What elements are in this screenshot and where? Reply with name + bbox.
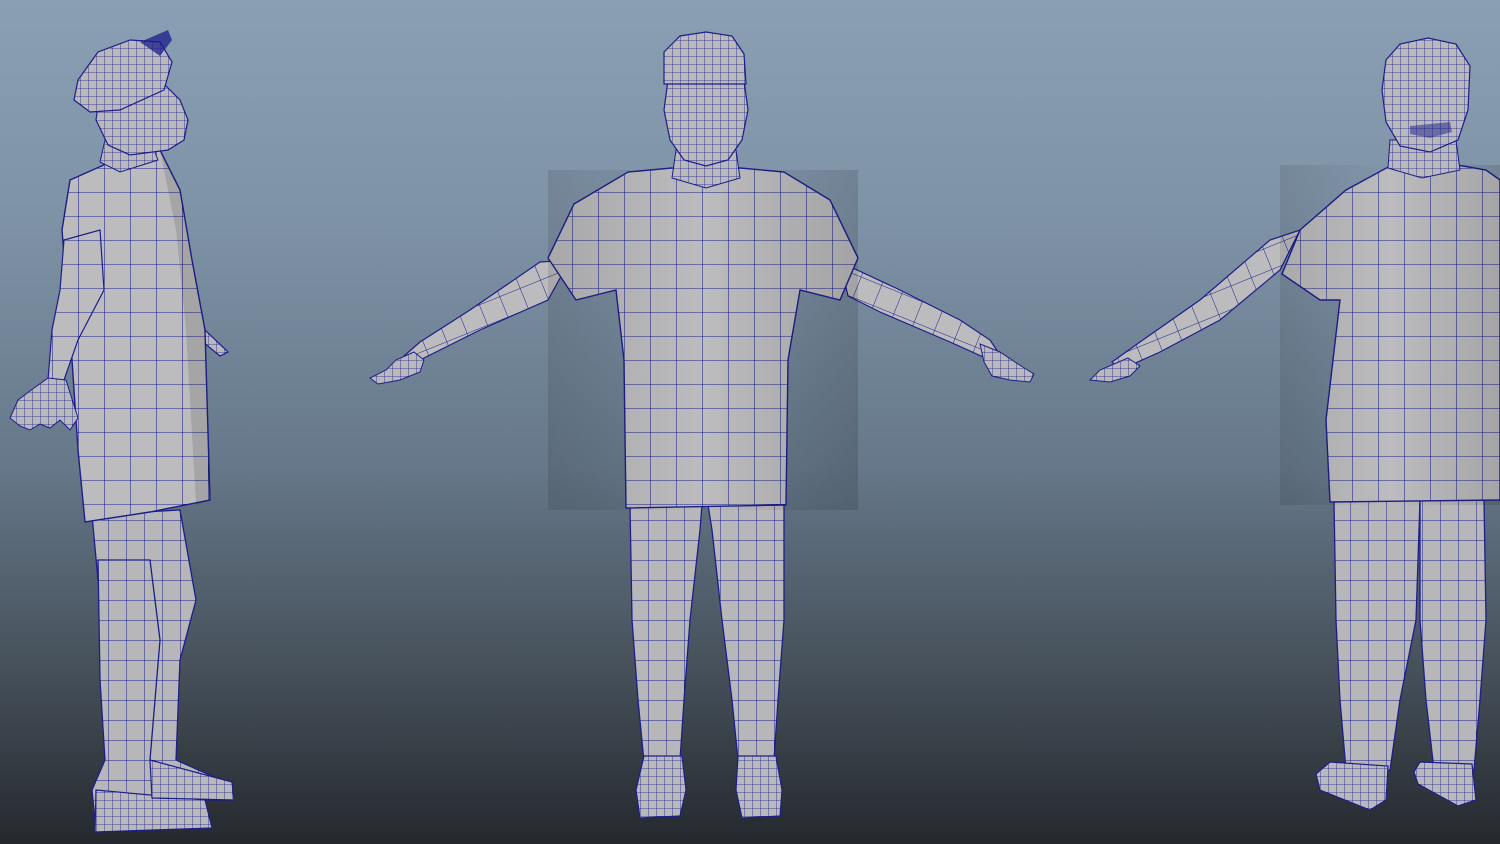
character-back-view[interactable] bbox=[1088, 37, 1500, 811]
viewport-scene[interactable] bbox=[0, 0, 1500, 844]
character-side-view[interactable] bbox=[9, 30, 235, 833]
character-front-view[interactable] bbox=[369, 31, 1035, 819]
3d-viewport[interactable] bbox=[0, 0, 1500, 844]
